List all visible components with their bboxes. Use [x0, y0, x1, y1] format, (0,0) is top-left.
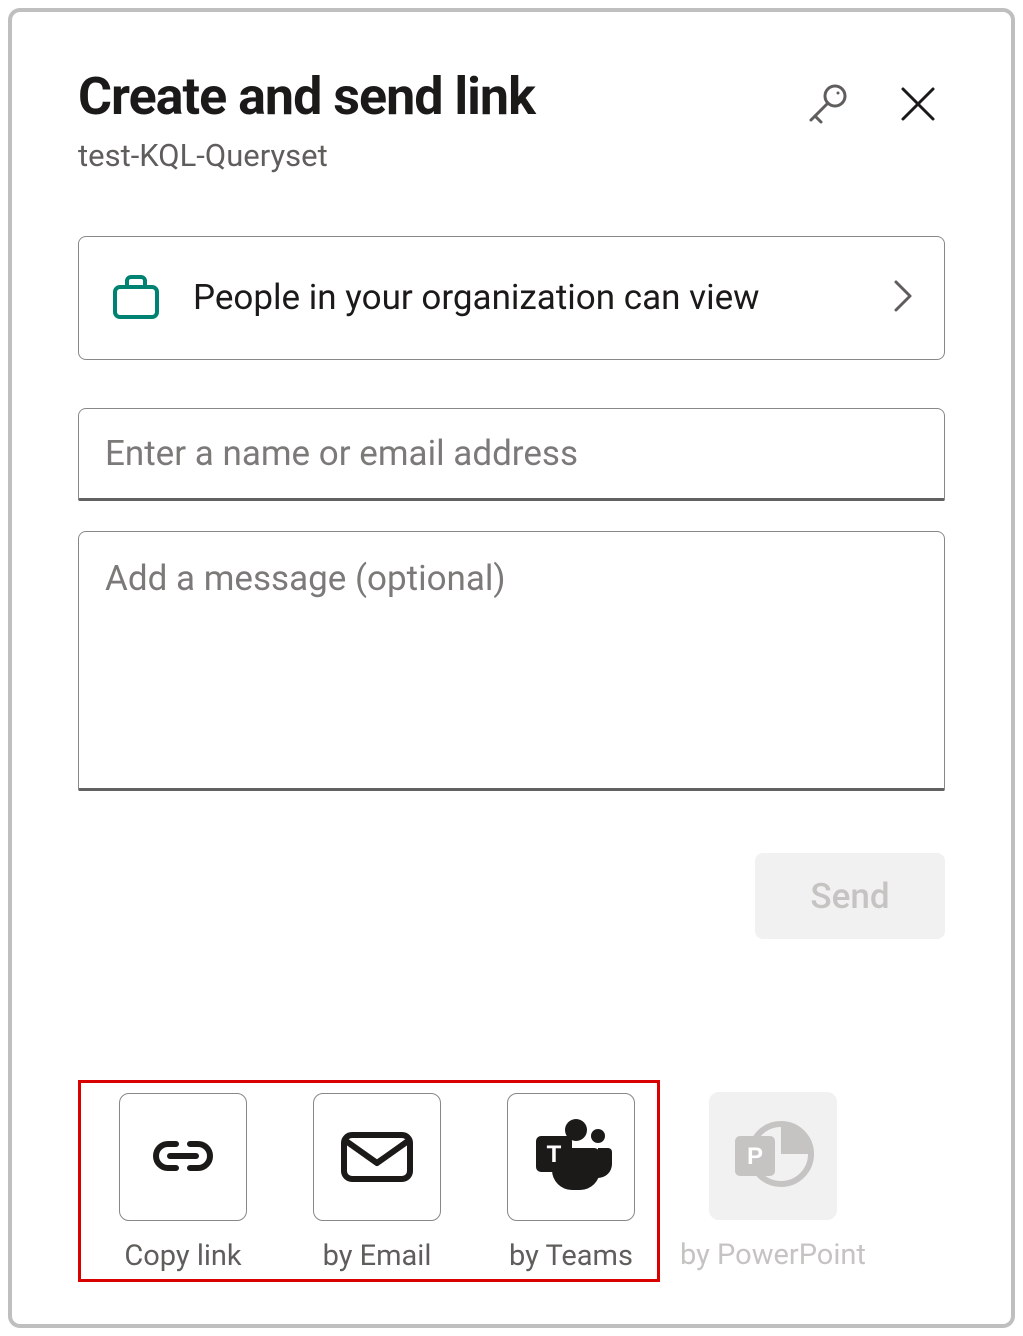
share-dialog: Create and send link test-KQL-Queryset [8, 8, 1015, 1328]
option-copy-link: Copy link [119, 1093, 247, 1273]
option-by-email: by Email [313, 1093, 441, 1273]
by-email-button[interactable] [313, 1093, 441, 1221]
close-icon [899, 85, 937, 126]
dialog-header: Create and send link test-KQL-Queryset [78, 68, 945, 174]
share-options: Copy link by Email [78, 1080, 945, 1282]
teams-icon: T [528, 1116, 614, 1199]
dialog-title: Create and send link [78, 68, 803, 125]
recipients-input[interactable] [78, 408, 945, 501]
powerpoint-icon: P [729, 1114, 817, 1198]
chevron-right-icon [890, 276, 916, 320]
close-button[interactable] [899, 85, 937, 126]
email-icon [338, 1127, 416, 1188]
key-icon [803, 80, 851, 131]
link-icon [146, 1133, 220, 1182]
by-teams-button[interactable]: T [507, 1093, 635, 1221]
svg-text:P: P [747, 1143, 763, 1170]
svg-text:T: T [547, 1141, 562, 1168]
option-by-powerpoint: P by PowerPoint [680, 1092, 866, 1272]
by-email-label: by Email [323, 1239, 432, 1273]
by-powerpoint-button: P [709, 1092, 837, 1220]
message-input[interactable] [78, 531, 945, 791]
send-button[interactable]: Send [755, 853, 945, 939]
copy-link-button[interactable] [119, 1093, 247, 1221]
copy-link-label: Copy link [124, 1239, 241, 1273]
key-button[interactable] [803, 80, 851, 131]
by-teams-label: by Teams [509, 1239, 633, 1273]
by-powerpoint-label: by PowerPoint [680, 1238, 866, 1272]
highlighted-options: Copy link by Email [78, 1080, 660, 1282]
dialog-subtitle: test-KQL-Queryset [78, 137, 803, 174]
permissions-label: People in your organization can view [193, 273, 866, 324]
option-by-teams: T by Teams [507, 1093, 635, 1273]
permissions-selector[interactable]: People in your organization can view [78, 236, 945, 360]
briefcase-icon [107, 267, 165, 329]
